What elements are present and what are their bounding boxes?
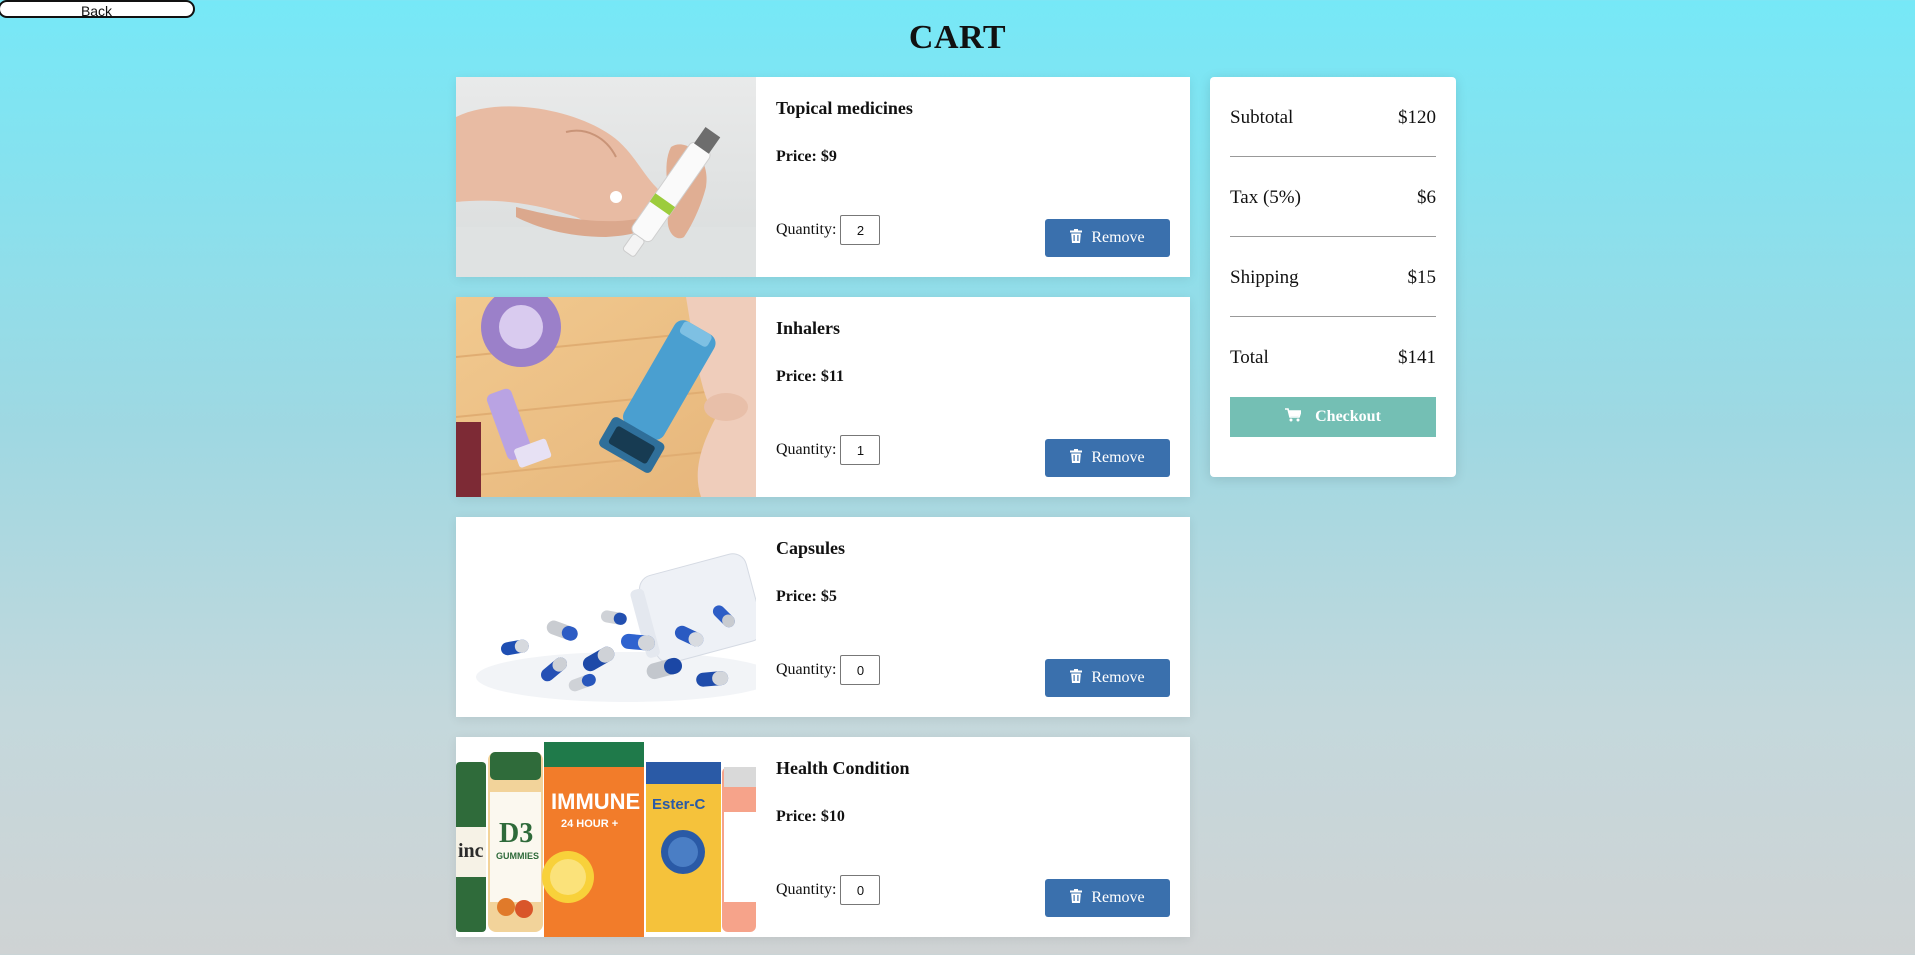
page-title: CART [908,19,1007,56]
remove-button[interactable]: Remove [1045,439,1170,477]
total-row: Total $141 [1230,317,1436,397]
cart-item: Inhalers Price: $11 Quantity: Remove [456,297,1190,497]
remove-label: Remove [1091,229,1145,246]
checkout-button[interactable]: Checkout [1230,397,1436,437]
quantity-input[interactable] [840,435,881,465]
cart-items-list: Topical medicines Price: $9 Quantity: Re… [456,77,1190,955]
d3-label: D3 [499,818,533,849]
item-price: Price: $9 [776,148,837,165]
item-quantity: Quantity: [776,215,881,245]
quantity-label: Quantity: [776,221,837,238]
remove-button[interactable]: Remove [1045,659,1170,697]
remove-label: Remove [1091,889,1145,906]
item-quantity: Quantity: [776,655,881,685]
shipping-value: $15 [1407,266,1437,288]
cart-icon [1285,407,1303,427]
item-name: Inhalers [776,318,841,338]
inhaler-image [456,297,756,497]
total-label: Total [1230,347,1269,368]
trash-icon [1070,228,1083,248]
remove-label: Remove [1091,669,1145,686]
item-price: Price: $5 [776,588,837,605]
quantity-label: Quantity: [776,441,837,458]
quantity-label: Quantity: [776,661,837,678]
capsules-image [456,517,756,717]
order-summary: Subtotal $120 Tax (5%) $6 Shipping $15 T… [1210,77,1456,477]
quantity-input[interactable] [840,875,881,905]
subtotal-row: Subtotal $120 [1230,77,1436,157]
supplement-bottles-image: inc D3 GUMMIES IMMUNE 24 HOUR + Ester-C [456,737,756,937]
ointment-tube-image [456,77,756,277]
shipping-label: Shipping [1230,266,1299,288]
tax-label: Tax (5%) [1230,186,1301,208]
cart-item: Topical medicines Price: $9 Quantity: Re… [456,77,1190,277]
quantity-input[interactable] [840,215,881,245]
checkout-label: Checkout [1315,408,1381,425]
quantity-label: Quantity: [776,881,837,898]
cart-item: inc D3 GUMMIES IMMUNE 24 HOUR + Ester-C [456,737,1190,937]
subtotal-value: $120 [1398,106,1436,128]
subtotal-label: Subtotal [1230,106,1294,128]
cart-item: Capsules Price: $5 Quantity: Remove [456,517,1190,717]
shipping-row: Shipping $15 [1230,237,1436,317]
remove-button[interactable]: Remove [1045,879,1170,917]
item-price: Price: $10 [776,808,845,825]
immune-label: IMMUNE [551,789,640,814]
tax-value: $6 [1417,186,1436,208]
item-quantity: Quantity: [776,875,881,905]
ester-label: Ester-C [652,796,706,813]
item-name: Topical medicines [776,98,913,118]
quantity-input[interactable] [840,655,881,685]
remove-label: Remove [1091,449,1145,466]
back-button[interactable]: Back [0,0,195,19]
remove-button[interactable]: Remove [1045,219,1170,257]
item-name: Capsules [776,538,846,558]
item-price: Price: $11 [776,368,844,385]
trash-icon [1070,448,1083,468]
zinc-label: inc [458,840,484,862]
total-value: $141 [1398,347,1436,368]
d3-sub-label: GUMMIES [496,851,539,861]
trash-icon [1070,668,1083,688]
item-name: Health Condition [776,758,910,778]
immune-sub-label: 24 HOUR + [561,818,618,830]
tax-row: Tax (5%) $6 [1230,157,1436,237]
item-quantity: Quantity: [776,435,881,465]
trash-icon [1070,888,1083,908]
